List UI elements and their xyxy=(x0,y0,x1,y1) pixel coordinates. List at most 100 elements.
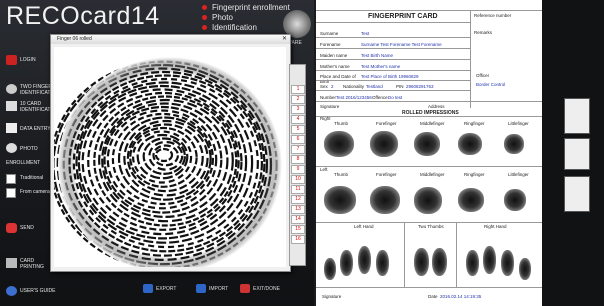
offence-label: Offence xyxy=(372,95,388,100)
fingerprint-svg xyxy=(49,57,282,273)
camera-icon xyxy=(6,143,17,153)
finger-number-7[interactable]: 7 xyxy=(291,145,305,154)
finger-number-15[interactable]: 15 xyxy=(291,225,305,234)
finger-label: Middlefinger xyxy=(420,172,445,177)
fingerprint-impression[interactable] xyxy=(501,250,514,276)
fingerprint-window: Finger 06 rolled ✕ xyxy=(49,34,291,273)
divider xyxy=(456,222,457,287)
finger-number-4[interactable]: 4 xyxy=(291,115,305,124)
remarks-label: Remarks xyxy=(474,30,493,35)
pin-label: PIN xyxy=(396,84,404,89)
finger-number-3[interactable]: 3 xyxy=(291,105,305,114)
finger-label: Thumb xyxy=(334,121,349,126)
birth-value: Test Place of Birth 19960829 xyxy=(361,74,419,79)
finger-number-6[interactable]: 6 xyxy=(291,135,305,144)
fingerprint-impression[interactable] xyxy=(324,186,356,214)
fingerprint-impression[interactable] xyxy=(358,246,371,274)
divider xyxy=(470,10,471,108)
fingerprint-impression[interactable] xyxy=(414,187,442,214)
forename-value: Surname Test Forename Test Forename xyxy=(361,42,442,47)
fingerprint-icon xyxy=(6,84,17,94)
fingerprint-impression[interactable] xyxy=(519,258,531,280)
fingerprint-image xyxy=(49,47,286,273)
two-thumbs-label: Two Thumbs xyxy=(418,224,444,229)
finger-label: Middlefinger xyxy=(420,121,445,126)
menu-identification[interactable]: Identification xyxy=(202,23,290,33)
finger-number-14[interactable]: 14 xyxy=(291,215,305,224)
card-title: FINGERPRINT CARD xyxy=(368,13,438,20)
bullet-icon xyxy=(202,25,207,30)
number-label: Number xyxy=(320,95,337,100)
address-label: Address xyxy=(428,104,445,109)
officer-label: Officer xyxy=(476,73,490,78)
bullet-icon xyxy=(202,5,207,10)
divider xyxy=(316,59,470,60)
date-value: 2016.02.14 14:19:35 xyxy=(440,294,482,299)
divider xyxy=(316,287,542,288)
nationality-label: Nationality xyxy=(343,84,365,89)
finger-label: Littlefinger xyxy=(508,121,529,126)
divider xyxy=(316,70,470,71)
fingerprint-impression[interactable] xyxy=(370,186,400,214)
thumbnail[interactable] xyxy=(564,176,590,212)
finger-number-12[interactable]: 12 xyxy=(291,195,305,204)
officer-value: Border Control xyxy=(476,82,506,87)
finger-label: Ringfinger xyxy=(464,121,485,126)
login-icon xyxy=(6,55,17,65)
finger-number-5[interactable]: 5 xyxy=(291,125,305,134)
divider xyxy=(316,22,470,23)
footer-signature-label: Signature xyxy=(322,294,342,299)
finger-number-10[interactable]: 10 xyxy=(291,175,305,184)
thumbnail[interactable] xyxy=(564,138,590,170)
divider xyxy=(316,101,542,102)
finger-number-2[interactable]: 2 xyxy=(291,95,305,104)
finger-number-11[interactable]: 11 xyxy=(291,185,305,194)
print-icon xyxy=(6,258,17,268)
window-titlebar[interactable]: Finger 06 rolled ✕ xyxy=(51,35,290,44)
app-title: RECOcard14 xyxy=(6,2,160,30)
thumbnail[interactable] xyxy=(564,98,590,134)
finger-number-1[interactable]: 1 xyxy=(291,85,305,94)
fingerprint-impression[interactable] xyxy=(324,258,336,280)
finger-label: Forefinger xyxy=(376,121,397,126)
menu-fingerprint-enrollment[interactable]: Fingerprint enrollment xyxy=(202,3,290,13)
fingerprint-impression[interactable] xyxy=(466,250,479,276)
finger-number-8[interactable]: 8 xyxy=(291,155,305,164)
left-hand-plain-label: Left Hand xyxy=(354,224,374,229)
birth-label: Place and Date of Birth xyxy=(320,74,356,84)
send-icon xyxy=(6,223,17,233)
surname-label: Surname xyxy=(320,31,339,36)
finger-number-9[interactable]: 9 xyxy=(291,165,305,174)
fingerprint-impression[interactable] xyxy=(504,134,524,154)
finger-label: Thumb xyxy=(334,172,349,177)
fingerprint-impression[interactable] xyxy=(370,131,398,157)
menu-photo[interactable]: Photo xyxy=(202,13,290,23)
signature-label: Signature xyxy=(320,104,340,109)
surname-value: Test xyxy=(361,31,370,36)
fingerprint-card: FINGERPRINT CARD Reference number Remark… xyxy=(316,0,542,306)
finger-label: Ringfinger xyxy=(464,172,485,177)
divider xyxy=(316,48,470,49)
fingerprint-impression[interactable] xyxy=(376,250,389,276)
mothers-name-label: Mother's name xyxy=(320,64,350,69)
finger-label: Littlefinger xyxy=(508,172,529,177)
fingerprint-impression[interactable] xyxy=(458,188,484,212)
fingerprint-impression[interactable] xyxy=(324,131,354,157)
fingerprint-impression[interactable] xyxy=(432,248,447,276)
edit-icon xyxy=(6,123,17,133)
sex-value: 2 xyxy=(331,84,334,89)
fingerprint-impression[interactable] xyxy=(504,189,526,211)
fingerprint-impression[interactable] xyxy=(340,250,353,276)
maiden-name-value: Test Birth Name xyxy=(361,53,394,58)
fingerprint-impression[interactable] xyxy=(483,246,496,274)
divider xyxy=(316,222,542,223)
card-icon xyxy=(6,101,17,111)
fingerprint-impression[interactable] xyxy=(414,248,429,276)
fingerprint-impression[interactable] xyxy=(458,133,482,155)
divider xyxy=(316,37,470,38)
close-icon[interactable]: ✕ xyxy=(282,35,287,44)
fingerprint-impression[interactable] xyxy=(414,132,440,156)
number-value: Test 2016/123456 xyxy=(336,95,372,100)
finger-number-13[interactable]: 13 xyxy=(291,205,305,214)
finger-number-16[interactable]: 16 xyxy=(291,235,305,244)
